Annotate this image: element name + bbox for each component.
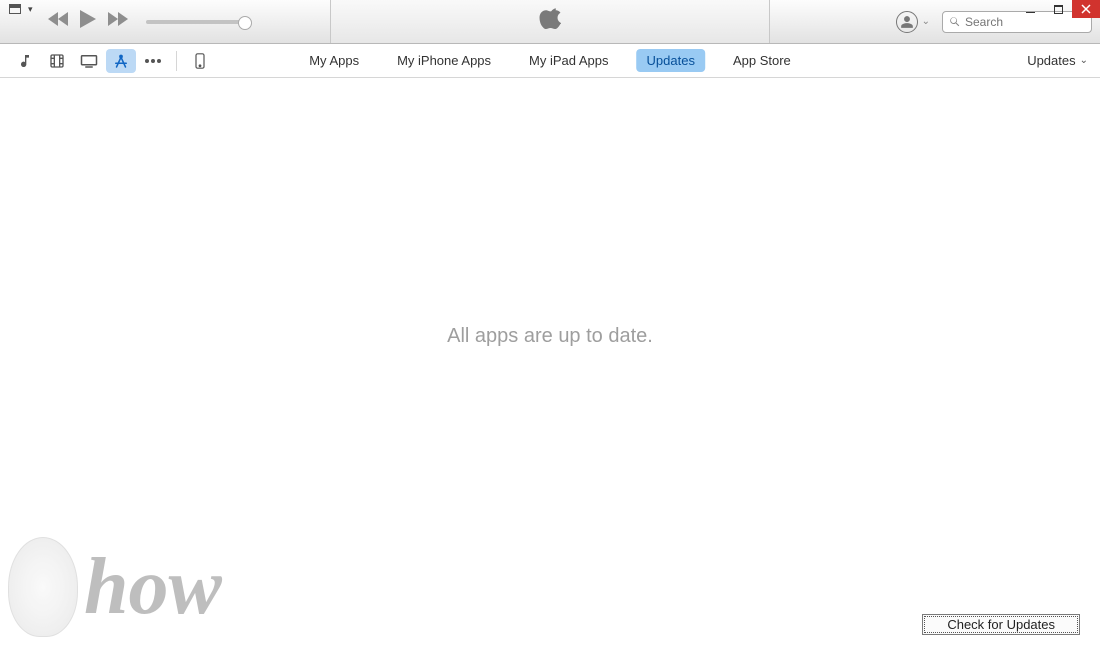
miniplayer-menu[interactable]: ▾ — [0, 0, 33, 18]
movies-library-button[interactable] — [42, 49, 72, 73]
minimize-button[interactable] — [1016, 0, 1044, 18]
tab-my-apps[interactable]: My Apps — [299, 49, 369, 72]
device-button[interactable] — [185, 49, 215, 73]
top-toolbar: ⌄ — [0, 0, 1100, 44]
tab-my-iphone-apps[interactable]: My iPhone Apps — [387, 49, 501, 72]
divider — [176, 51, 177, 71]
playback-controls — [0, 10, 330, 33]
close-button[interactable] — [1072, 0, 1100, 18]
chevron-down-icon: ⌄ — [1080, 55, 1088, 66]
more-icon — [144, 58, 162, 64]
bulb-icon — [8, 537, 78, 637]
previous-button[interactable] — [48, 12, 68, 31]
phone-icon — [195, 53, 205, 69]
view-dropdown-label: Updates — [1027, 53, 1075, 68]
chevron-down-icon: ▾ — [28, 4, 33, 15]
tab-app-store[interactable]: App Store — [723, 49, 801, 72]
lcd-display — [330, 0, 770, 43]
status-message: All apps are up to date. — [447, 325, 653, 348]
play-icon — [80, 10, 96, 28]
view-dropdown[interactable]: Updates ⌄ — [1027, 53, 1088, 68]
check-for-updates-button[interactable]: Check for Updates — [922, 614, 1080, 635]
maximize-button[interactable] — [1044, 0, 1072, 18]
tab-updates[interactable]: Updates — [637, 49, 705, 72]
account-button[interactable]: ⌄ — [896, 11, 930, 33]
miniplayer-icon — [0, 0, 30, 18]
more-library-button[interactable] — [138, 49, 168, 73]
previous-icon — [48, 12, 68, 26]
next-icon — [108, 12, 128, 26]
watermark: how — [8, 537, 222, 637]
tab-my-ipad-apps[interactable]: My iPad Apps — [519, 49, 619, 72]
apps-library-button[interactable] — [106, 49, 136, 73]
close-icon — [1081, 4, 1091, 14]
watermark-text: how — [84, 555, 222, 619]
search-icon — [949, 16, 961, 28]
tv-library-button[interactable] — [74, 49, 104, 73]
music-library-button[interactable] — [10, 49, 40, 73]
music-icon — [17, 53, 33, 69]
center-tabs: My Apps My iPhone Apps My iPad Apps Upda… — [299, 44, 801, 77]
library-switcher — [0, 49, 215, 73]
tv-icon — [80, 54, 98, 68]
chevron-down-icon: ⌄ — [922, 16, 930, 27]
window-controls — [1016, 0, 1100, 18]
sub-toolbar: My Apps My iPhone Apps My iPad Apps Upda… — [0, 44, 1100, 78]
apps-icon — [112, 52, 130, 70]
next-button[interactable] — [108, 12, 128, 31]
play-button[interactable] — [80, 10, 96, 33]
film-icon — [49, 53, 65, 69]
apple-logo-icon — [539, 6, 561, 37]
volume-slider[interactable] — [146, 20, 246, 24]
user-icon — [896, 11, 918, 33]
